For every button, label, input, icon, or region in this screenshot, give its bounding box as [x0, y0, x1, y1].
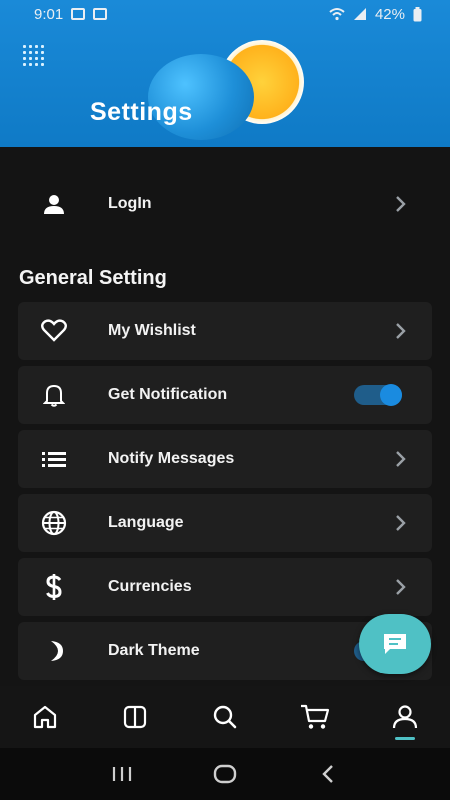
- heart-icon: [18, 319, 90, 343]
- search-icon: [213, 705, 237, 729]
- chevron-right-icon: [388, 511, 412, 535]
- person-icon: [18, 193, 90, 215]
- recent-apps-button[interactable]: [102, 754, 142, 794]
- setting-label: Notify Messages: [108, 450, 235, 467]
- bottom-nav: [0, 686, 450, 748]
- globe-icon: [18, 510, 90, 536]
- login-label: LogIn: [108, 195, 152, 212]
- section-title: General Setting: [19, 267, 167, 289]
- setting-label: Language: [108, 514, 184, 531]
- home-button[interactable]: [205, 754, 245, 794]
- home-icon: [33, 705, 57, 729]
- nav-home[interactable]: [23, 695, 67, 739]
- battery-icon: [413, 6, 422, 21]
- back-icon: [322, 765, 334, 783]
- dots-grid-icon[interactable]: [23, 45, 45, 67]
- status-bar: 9:01 42%: [0, 0, 450, 28]
- recent-apps-icon: [112, 767, 131, 781]
- wifi-icon: [329, 8, 345, 21]
- app-notification-icon: [93, 8, 108, 20]
- setting-label: Get Notification: [108, 386, 228, 403]
- columns-icon: [123, 705, 147, 729]
- chevron-right-icon: [388, 447, 412, 471]
- nav-cart[interactable]: [293, 695, 337, 739]
- dollar-icon: [18, 573, 90, 601]
- cart-icon: [301, 704, 330, 729]
- login-row[interactable]: LogIn: [18, 174, 432, 234]
- toggle-knob: [380, 384, 402, 406]
- bell-icon: [18, 383, 90, 407]
- notification-toggle[interactable]: [354, 384, 402, 406]
- page-title: Settings: [90, 98, 193, 126]
- chevron-right-icon: [388, 319, 412, 343]
- battery-percent: 42%: [374, 5, 405, 23]
- gallery-icon: [71, 8, 86, 20]
- setting-get-notification: Get Notification: [18, 366, 432, 424]
- nav-categories[interactable]: [113, 695, 157, 739]
- chat-fab-button[interactable]: [359, 614, 431, 674]
- setting-label: My Wishlist: [108, 322, 196, 339]
- back-button[interactable]: [308, 754, 348, 794]
- moon-icon: [18, 639, 90, 663]
- home-circle-icon: [213, 764, 237, 784]
- orange-image: [148, 54, 254, 140]
- person-icon: [392, 705, 418, 729]
- chevron-right-icon: [388, 192, 412, 216]
- chevron-right-icon: [388, 575, 412, 599]
- list-icon: [18, 451, 90, 467]
- signal-icon: [353, 8, 366, 20]
- setting-label: Dark Theme: [108, 642, 200, 659]
- setting-my-wishlist[interactable]: My Wishlist: [18, 302, 432, 360]
- nav-profile[interactable]: [383, 695, 427, 740]
- setting-label: Currencies: [108, 578, 192, 595]
- nav-search[interactable]: [203, 695, 247, 739]
- system-navigation-bar: [0, 748, 450, 800]
- status-time: 9:01: [34, 5, 64, 23]
- chat-icon: [384, 634, 406, 654]
- setting-currencies[interactable]: Currencies: [18, 558, 432, 616]
- setting-notify-messages[interactable]: Notify Messages: [18, 430, 432, 488]
- setting-language[interactable]: Language: [18, 494, 432, 552]
